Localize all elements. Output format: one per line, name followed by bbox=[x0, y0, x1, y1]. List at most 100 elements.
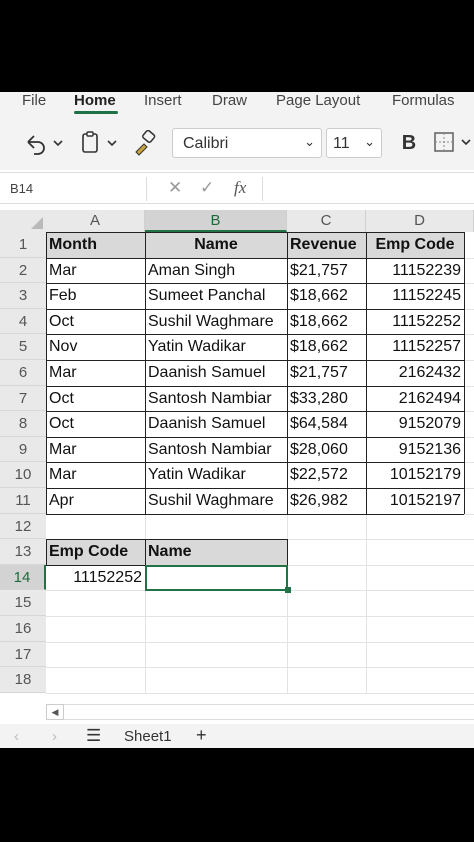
table-row-cell[interactable]: Oct bbox=[49, 411, 142, 437]
table-row-cell[interactable]: Santosh Nambiar bbox=[148, 437, 284, 463]
sheet-tab-sheet1[interactable]: Sheet1 bbox=[124, 728, 172, 745]
font-size-select[interactable]: 11 ⌄ bbox=[326, 128, 382, 158]
scroll-track[interactable] bbox=[64, 704, 474, 720]
column-header-a[interactable]: A bbox=[46, 210, 145, 232]
table-header-cell[interactable]: Emp Code bbox=[369, 232, 461, 258]
undo-button[interactable] bbox=[22, 132, 66, 156]
row-header-13[interactable]: 13 bbox=[0, 539, 46, 565]
lookup-header-name[interactable]: Name bbox=[148, 539, 284, 565]
row-header-6[interactable]: 6 bbox=[0, 360, 46, 386]
lookup-header-emp-code[interactable]: Emp Code bbox=[49, 539, 142, 565]
table-row-cell[interactable]: Sushil Waghmare bbox=[148, 309, 284, 335]
row-header-5[interactable]: 5 bbox=[0, 334, 46, 360]
row-header-7[interactable]: 7 bbox=[0, 385, 46, 412]
menu-file[interactable]: File bbox=[22, 92, 46, 110]
paste-button[interactable] bbox=[80, 130, 122, 156]
gridline-h bbox=[46, 667, 474, 669]
select-all-corner[interactable] bbox=[0, 210, 46, 232]
row-header-10[interactable]: 10 bbox=[0, 462, 46, 488]
font-family-select[interactable]: Calibri ⌄ bbox=[172, 128, 322, 158]
borders-button[interactable] bbox=[432, 130, 474, 156]
table-row-cell[interactable]: Yatin Wadikar bbox=[148, 334, 284, 360]
table-row-cell[interactable]: 2162494 bbox=[369, 386, 461, 412]
chevron-right-icon[interactable]: › bbox=[52, 728, 57, 745]
menu-formulas[interactable]: Formulas bbox=[392, 92, 455, 110]
table-row-cell[interactable]: $21,757 bbox=[290, 360, 363, 386]
column-header-b[interactable]: B bbox=[145, 210, 287, 232]
fill-handle[interactable] bbox=[285, 587, 291, 594]
cancel-icon[interactable]: ✕ bbox=[168, 178, 182, 198]
bold-button[interactable]: B bbox=[396, 130, 422, 156]
table-row-cell[interactable]: Nov bbox=[49, 334, 142, 360]
table-header-cell[interactable]: Month bbox=[49, 232, 142, 258]
table-row-cell[interactable]: $28,060 bbox=[290, 437, 363, 463]
table-row-cell[interactable]: Mar bbox=[49, 360, 142, 386]
spreadsheet-grid[interactable]: A B C D 1 2 3 4 5 6 7 8 9 10 11 12 13 14 15 16 17 18 Month Name… bbox=[0, 210, 474, 700]
table-row-cell[interactable]: 11152252 bbox=[369, 309, 461, 335]
table-row-cell[interactable]: 10152197 bbox=[369, 488, 461, 514]
add-sheet-button[interactable]: + bbox=[196, 725, 207, 746]
row-header-15[interactable]: 15 bbox=[0, 590, 46, 616]
row-header-2[interactable]: 2 bbox=[0, 257, 46, 284]
table-row-cell[interactable]: Mar bbox=[49, 437, 142, 463]
row-header-14[interactable]: 14 bbox=[0, 564, 46, 591]
scroll-left-icon[interactable]: ◀ bbox=[46, 704, 64, 720]
table-row-cell[interactable]: 9152079 bbox=[369, 411, 461, 437]
column-header-c[interactable]: C bbox=[287, 210, 366, 232]
column-header-d[interactable]: D bbox=[366, 210, 474, 232]
enter-icon[interactable]: ✓ bbox=[200, 178, 214, 198]
table-row-cell[interactable]: Oct bbox=[49, 386, 142, 412]
hamburger-icon[interactable]: ☰ bbox=[86, 726, 101, 746]
table-row-cell[interactable]: Sumeet Panchal bbox=[148, 283, 284, 309]
menu-home[interactable]: Home bbox=[74, 92, 116, 110]
menu-draw[interactable]: Draw bbox=[212, 92, 247, 110]
row-header-18[interactable]: 18 bbox=[0, 667, 46, 693]
table-row-cell[interactable]: $22,572 bbox=[290, 462, 363, 488]
table-row-cell[interactable]: 11152239 bbox=[369, 258, 461, 284]
table-row-cell[interactable]: 10152179 bbox=[369, 462, 461, 488]
row-header-12[interactable]: 12 bbox=[0, 513, 46, 540]
row-header-8[interactable]: 8 bbox=[0, 411, 46, 437]
table-row-cell[interactable]: 9152136 bbox=[369, 437, 461, 463]
menu-page-layout[interactable]: Page Layout bbox=[276, 92, 360, 110]
table-row-cell[interactable]: Feb bbox=[49, 283, 142, 309]
table-row-cell[interactable]: $18,662 bbox=[290, 283, 363, 309]
row-header-16[interactable]: 16 bbox=[0, 616, 46, 642]
table-row-cell[interactable]: Aman Singh bbox=[148, 258, 284, 284]
row-header-3[interactable]: 3 bbox=[0, 283, 46, 309]
row-header-17[interactable]: 17 bbox=[0, 641, 46, 668]
format-painter-button[interactable] bbox=[132, 130, 158, 156]
table-row-cell[interactable]: Yatin Wadikar bbox=[148, 462, 284, 488]
table-row-cell[interactable]: Mar bbox=[49, 462, 142, 488]
table-row-cell[interactable]: Daanish Samuel bbox=[148, 360, 284, 386]
table-row-cell[interactable]: 2162432 bbox=[369, 360, 461, 386]
row-header-9[interactable]: 9 bbox=[0, 436, 46, 463]
table-row-cell[interactable]: Santosh Nambiar bbox=[148, 386, 284, 412]
name-box-value: B14 bbox=[10, 181, 34, 196]
table-row-cell[interactable]: Mar bbox=[49, 258, 142, 284]
table-row-cell[interactable]: Oct bbox=[49, 309, 142, 335]
row-header-11[interactable]: 11 bbox=[0, 488, 46, 514]
table-row-cell[interactable]: $33,280 bbox=[290, 386, 363, 412]
table-row-cell[interactable]: 11152245 bbox=[369, 283, 461, 309]
table-row-cell[interactable]: Apr bbox=[49, 488, 142, 514]
chevron-left-icon[interactable]: ‹ bbox=[14, 728, 19, 745]
table-row-cell[interactable]: Sushil Waghmare bbox=[148, 488, 284, 514]
lookup-emp-code-input[interactable]: 11152252 bbox=[49, 565, 142, 591]
row-header-4[interactable]: 4 bbox=[0, 308, 46, 335]
active-cell-selection[interactable] bbox=[145, 564, 288, 592]
horizontal-scrollbar[interactable]: ◀ bbox=[46, 704, 474, 720]
insert-function-icon[interactable]: fx bbox=[234, 178, 246, 198]
name-box[interactable]: B14 bbox=[4, 177, 147, 201]
table-row-cell[interactable]: $18,662 bbox=[290, 309, 363, 335]
table-row-cell[interactable]: $21,757 bbox=[290, 258, 363, 284]
row-header-1[interactable]: 1 bbox=[0, 232, 46, 258]
table-row-cell[interactable]: Daanish Samuel bbox=[148, 411, 284, 437]
table-header-cell[interactable]: Revenue bbox=[290, 232, 363, 258]
menu-insert[interactable]: Insert bbox=[144, 92, 182, 110]
table-header-cell[interactable]: Name bbox=[148, 232, 284, 258]
table-row-cell[interactable]: 11152257 bbox=[369, 334, 461, 360]
table-row-cell[interactable]: $64,584 bbox=[290, 411, 363, 437]
table-row-cell[interactable]: $26,982 bbox=[290, 488, 363, 514]
table-row-cell[interactable]: $18,662 bbox=[290, 334, 363, 360]
